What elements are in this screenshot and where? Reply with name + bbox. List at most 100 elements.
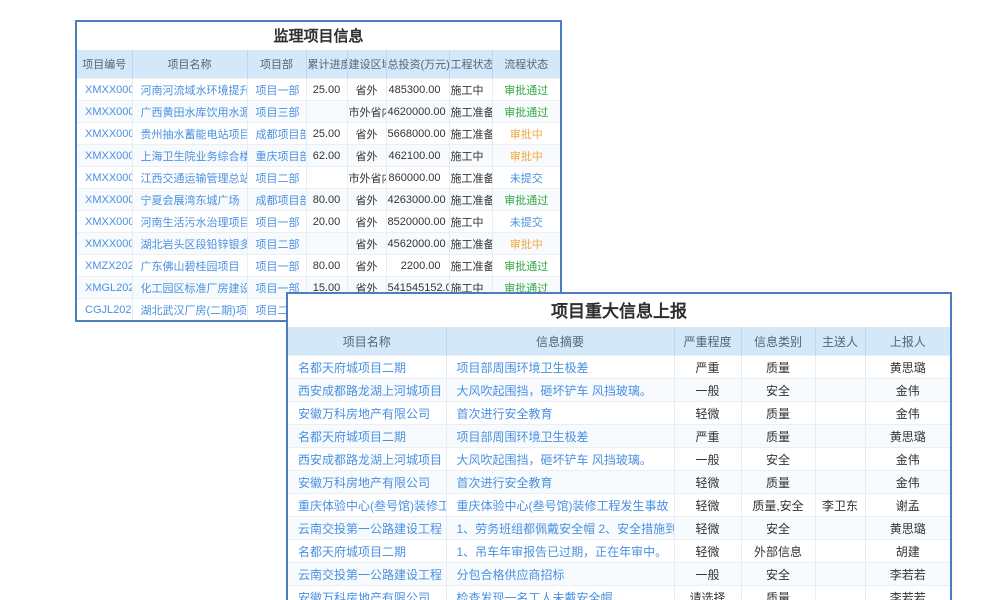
cell-info-summary[interactable]: 项目部周围环境卫生极差 — [446, 356, 674, 379]
cell-reporter: 黄思璐 — [865, 425, 950, 448]
cell-info-summary[interactable]: 1、吊车年审报告已过期，正在年审中。 — [446, 540, 674, 563]
cell-report-project-name[interactable]: 名都天府城项目二期 — [288, 540, 446, 563]
report-table-row[interactable]: 名都天府城项目二期 1、吊车年审报告已过期，正在年审中。 轻微 外部信息 胡建 — [288, 540, 950, 563]
cell-project-name[interactable]: 贵州抽水蓄能电站项目 — [132, 123, 247, 145]
report-table-row[interactable]: 安徽万科房地产有限公司 首次进行安全教育 轻微 质量 金伟 — [288, 402, 950, 425]
cell-report-project-name[interactable]: 名都天府城项目二期 — [288, 356, 446, 379]
cell-info-summary[interactable]: 1、劳务班组都佩戴安全帽 2、安全措施到位 — [446, 517, 674, 540]
cell-project-status: 施工准备 — [449, 101, 492, 123]
cell-project-name[interactable]: 河南生活污水治理项目 — [132, 211, 247, 233]
cell-project-department[interactable]: 重庆项目部 — [247, 145, 306, 167]
cell-project-status: 施工准备 — [449, 233, 492, 255]
cell-project-name[interactable]: 化工园区标准厂房建设项目一期项目 — [132, 277, 247, 299]
cell-progress: 25.00 — [306, 123, 347, 145]
cell-recipient — [815, 586, 865, 600]
cell-report-project-name[interactable]: 安徽万科房地产有限公司 — [288, 586, 446, 600]
cell-project-department[interactable]: 项目一部 — [247, 211, 306, 233]
cell-progress — [306, 233, 347, 255]
supervision-table-row[interactable]: XMXX00018 上海卫生院业务综合楼(含业务用... 重庆项目部 62.00… — [77, 145, 560, 167]
cell-reporter: 李若若 — [865, 586, 950, 600]
cell-project-department[interactable]: 成都项目部 — [247, 123, 306, 145]
cell-report-project-name[interactable]: 重庆体验中心(叁号馆)装修工程 — [288, 494, 446, 517]
cell-report-project-name[interactable]: 云南交投第一公路建设工程 — [288, 563, 446, 586]
cell-project-name[interactable]: 宁夏会展湾东城广场（二期）工程 — [132, 189, 247, 211]
cell-project-id[interactable]: XMXX00020 — [77, 101, 132, 123]
cell-severity: 一般 — [674, 448, 741, 471]
cell-severity: 轻微 — [674, 471, 741, 494]
cell-report-project-name[interactable]: 西安成都路龙湖上河城项目 — [288, 379, 446, 402]
cell-project-department[interactable]: 项目二部 — [247, 233, 306, 255]
cell-project-department[interactable]: 项目一部 — [247, 79, 306, 101]
supervision-table-row[interactable]: XMXX00017 江西交通运输管理总站交通枢纽及... 项目二部 市外省内 8… — [77, 167, 560, 189]
cell-info-summary[interactable]: 大风吹起围挡，砸坏铲车 风挡玻璃。 — [446, 448, 674, 471]
cell-project-status: 施工中 — [449, 145, 492, 167]
cell-report-project-name[interactable]: 云南交投第一公路建设工程 — [288, 517, 446, 540]
cell-progress: 20.00 — [306, 211, 347, 233]
cell-project-name[interactable]: 广西黄田水库饮用水源水质保护项目 — [132, 101, 247, 123]
cell-project-department[interactable]: 成都项目部 — [247, 189, 306, 211]
cell-investment: 485300.00 — [386, 79, 449, 101]
supervision-table-row[interactable]: XMXX00015 河南生活污水治理项目 项目一部 20.00 省外 85200… — [77, 211, 560, 233]
supervision-table-row[interactable]: XMXX00021 河南河流域水环境提升工程 项目一部 25.00 省外 485… — [77, 79, 560, 101]
cell-info-summary[interactable]: 重庆体验中心(叁号馆)装修工程发生事故 — [446, 494, 674, 517]
report-table-row[interactable]: 云南交投第一公路建设工程 1、劳务班组都佩戴安全帽 2、安全措施到位 轻微 安全… — [288, 517, 950, 540]
report-table-row[interactable]: 云南交投第一公路建设工程 分包合格供应商招标 一般 安全 李若若 — [288, 563, 950, 586]
cell-project-department[interactable]: 项目一部 — [247, 255, 306, 277]
cell-project-name[interactable]: 广东佛山碧桂园项目 — [132, 255, 247, 277]
cell-flow-status: 审批通过 — [492, 101, 560, 123]
report-table-row[interactable]: 名都天府城项目二期 项目部周围环境卫生极差 严重 质量 黄思璐 — [288, 356, 950, 379]
cell-project-name[interactable]: 湖北岩头区段铅锌银多金属矿开采... — [132, 233, 247, 255]
cell-info-summary[interactable]: 项目部周围环境卫生极差 — [446, 425, 674, 448]
cell-info-summary[interactable]: 大风吹起围挡，砸坏铲车 风挡玻璃。 — [446, 379, 674, 402]
cell-investment: 860000.00 — [386, 167, 449, 189]
cell-project-name[interactable]: 上海卫生院业务综合楼(含业务用... — [132, 145, 247, 167]
report-column-header: 项目名称 — [288, 327, 446, 356]
cell-reporter: 金伟 — [865, 471, 950, 494]
cell-report-project-name[interactable]: 安徽万科房地产有限公司 — [288, 402, 446, 425]
cell-project-id[interactable]: XMXX00019 — [77, 123, 132, 145]
supervision-table-row[interactable]: XMXX00020 广西黄田水库饮用水源水质保护项目 项目三部 市外省内 462… — [77, 101, 560, 123]
cell-investment: 2200.00 — [386, 255, 449, 277]
cell-info-category: 安全 — [741, 517, 815, 540]
cell-project-name[interactable]: 湖北武汉厂房(二期)项目 — [132, 299, 247, 321]
cell-project-id[interactable]: XMXX00014 — [77, 233, 132, 255]
cell-project-department[interactable]: 项目二部 — [247, 167, 306, 189]
cell-progress: 80.00 — [306, 189, 347, 211]
cell-project-id[interactable]: XMXX00018 — [77, 145, 132, 167]
cell-region: 市外省内 — [347, 167, 386, 189]
supervision-table-row[interactable]: XMXX00016 宁夏会展湾东城广场（二期）工程 成都项目部 80.00 省外… — [77, 189, 560, 211]
cell-severity: 严重 — [674, 356, 741, 379]
cell-info-category: 质量 — [741, 402, 815, 425]
report-table-row[interactable]: 西安成都路龙湖上河城项目 大风吹起围挡，砸坏铲车 风挡玻璃。 一般 安全 金伟 — [288, 379, 950, 402]
cell-recipient — [815, 448, 865, 471]
cell-investment: 5668000.00 — [386, 123, 449, 145]
cell-report-project-name[interactable]: 安徽万科房地产有限公司 — [288, 471, 446, 494]
report-table-row[interactable]: 安徽万科房地产有限公司 检查发现一名工人未戴安全帽 请选择 质量 李若若 — [288, 586, 950, 600]
cell-project-department[interactable]: 项目三部 — [247, 101, 306, 123]
cell-info-summary[interactable]: 分包合格供应商招标 — [446, 563, 674, 586]
cell-project-name[interactable]: 江西交通运输管理总站交通枢纽及... — [132, 167, 247, 189]
cell-info-summary[interactable]: 首次进行安全教育 — [446, 402, 674, 425]
report-table-row[interactable]: 重庆体验中心(叁号馆)装修工程 重庆体验中心(叁号馆)装修工程发生事故 轻微 质… — [288, 494, 950, 517]
supervision-table-row[interactable]: XMXX00014 湖北岩头区段铅锌银多金属矿开采... 项目二部 省外 456… — [77, 233, 560, 255]
cell-progress — [306, 167, 347, 189]
cell-project-id[interactable]: CGJL202205... — [77, 299, 132, 321]
cell-info-summary[interactable]: 检查发现一名工人未戴安全帽 — [446, 586, 674, 600]
cell-report-project-name[interactable]: 名都天府城项目二期 — [288, 425, 446, 448]
cell-severity: 轻微 — [674, 494, 741, 517]
report-table-row[interactable]: 名都天府城项目二期 项目部周围环境卫生极差 严重 质量 黄思璐 — [288, 425, 950, 448]
cell-project-id[interactable]: XMZX20220... — [77, 255, 132, 277]
cell-project-id[interactable]: XMGL20220... — [77, 277, 132, 299]
cell-project-name[interactable]: 河南河流域水环境提升工程 — [132, 79, 247, 101]
report-table-row[interactable]: 安徽万科房地产有限公司 首次进行安全教育 轻微 质量 金伟 — [288, 471, 950, 494]
report-table-row[interactable]: 西安成都路龙湖上河城项目 大风吹起围挡，砸坏铲车 风挡玻璃。 一般 安全 金伟 — [288, 448, 950, 471]
cell-report-project-name[interactable]: 西安成都路龙湖上河城项目 — [288, 448, 446, 471]
cell-project-id[interactable]: XMXX00015 — [77, 211, 132, 233]
supervision-table-row[interactable]: XMZX20220... 广东佛山碧桂园项目 项目一部 80.00 省外 220… — [77, 255, 560, 277]
cell-project-id[interactable]: XMXX00017 — [77, 167, 132, 189]
cell-project-id[interactable]: XMXX00021 — [77, 79, 132, 101]
cell-progress: 25.00 — [306, 79, 347, 101]
cell-project-id[interactable]: XMXX00016 — [77, 189, 132, 211]
supervision-table-row[interactable]: XMXX00019 贵州抽水蓄能电站项目 成都项目部 25.00 省外 5668… — [77, 123, 560, 145]
cell-info-summary[interactable]: 首次进行安全教育 — [446, 471, 674, 494]
